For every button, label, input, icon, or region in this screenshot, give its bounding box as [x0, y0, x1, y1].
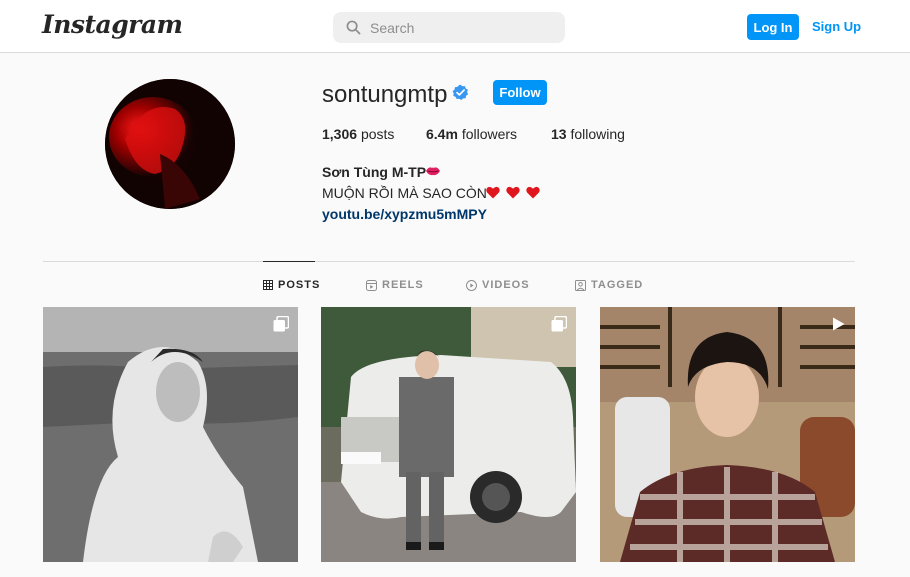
tab-reels[interactable]: REELS	[366, 279, 424, 291]
carousel-icon	[551, 316, 567, 332]
reels-icon	[366, 279, 377, 291]
followers-count: 6.4m	[426, 126, 458, 142]
active-tab-indicator	[263, 261, 315, 262]
video-icon	[466, 279, 477, 291]
kiss-lips-icon	[426, 167, 440, 176]
instagram-logo[interactable]: Instagram	[42, 10, 183, 39]
tagged-icon	[575, 279, 586, 291]
post-thumbnail[interactable]	[43, 307, 298, 562]
login-button[interactable]: Log In	[747, 14, 799, 40]
follow-button[interactable]: Follow	[493, 80, 547, 105]
tab-tagged-label: TAGGED	[591, 279, 644, 291]
posts-count: 1,306	[322, 126, 358, 142]
verified-badge-icon	[452, 84, 469, 100]
search-box[interactable]	[333, 12, 565, 43]
red-heart-icon	[526, 186, 540, 199]
play-icon	[833, 317, 845, 331]
tab-posts-label: POSTS	[278, 279, 321, 291]
post-photo	[600, 307, 855, 562]
post-thumbnail[interactable]	[600, 307, 855, 562]
tab-tagged[interactable]: TAGGED	[575, 279, 643, 291]
tab-videos[interactable]: VIDEOS	[466, 279, 530, 291]
profile-full-name: Sơn Tùng M-TP	[322, 164, 427, 180]
carousel-icon	[273, 316, 289, 332]
search-icon	[346, 20, 361, 35]
search-input[interactable]	[370, 18, 555, 37]
following-count: 13	[551, 126, 567, 142]
signup-link[interactable]: Sign Up	[812, 19, 861, 34]
post-thumbnail[interactable]	[321, 307, 576, 562]
red-heart-icon	[506, 186, 520, 199]
bio-hearts	[486, 186, 540, 199]
profile-bio: MUỘN RỒI MÀ SAO CÒN	[322, 185, 487, 201]
posts-count-stat: 1,306 posts	[322, 126, 394, 142]
posts-label: posts	[360, 126, 395, 142]
grid-icon	[263, 280, 273, 290]
tab-videos-label: VIDEOS	[482, 279, 530, 291]
followers-label: followers	[461, 126, 518, 142]
red-heart-icon	[486, 186, 500, 199]
avatar[interactable]	[105, 79, 235, 209]
tabs-divider	[43, 261, 855, 262]
post-photo	[321, 307, 576, 562]
tab-posts[interactable]: POSTS	[263, 279, 320, 291]
followers-stat[interactable]: 6.4m followers	[426, 126, 517, 142]
following-stat[interactable]: 13 following	[551, 126, 625, 142]
profile-website-link[interactable]: youtu.be/xypzmu5mMPY	[322, 206, 487, 222]
profile-username: sontungmtp	[322, 81, 448, 108]
post-photo	[43, 307, 298, 562]
tab-reels-label: REELS	[382, 279, 424, 291]
following-label: following	[570, 126, 625, 142]
top-navigation-bar: Instagram Log In Sign Up	[0, 0, 910, 53]
